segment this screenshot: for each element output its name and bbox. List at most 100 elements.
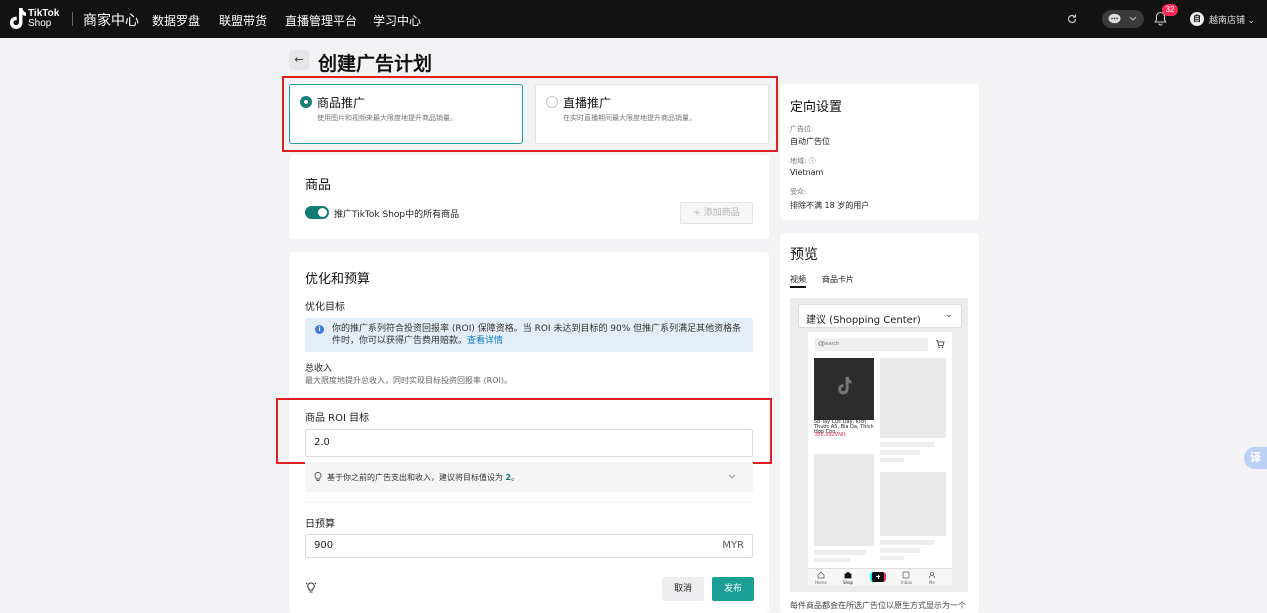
- publish-button[interactable]: 发布: [712, 577, 754, 601]
- revenue-desc: 最大限度地提升总收入，同时实现目标投资回报率 (ROI)。: [305, 376, 512, 385]
- bottom-nav-label: Home: [815, 580, 827, 585]
- option-live-promo[interactable]: 直播推广 在实时直播期间最大限度地提升商品销量。: [535, 84, 769, 144]
- toggle-label: 推广TikTok Shop中的所有商品: [334, 210, 460, 220]
- daily-budget-input[interactable]: 900 MYR: [305, 534, 753, 558]
- placeholder-tile: [880, 358, 946, 438]
- profile-icon: [928, 571, 936, 579]
- tiktok-logo-icon: [838, 376, 852, 395]
- chat-pill[interactable]: [1102, 10, 1144, 28]
- bottom-nav-label: Shop: [843, 580, 854, 585]
- bottom-nav-label: Inbox: [901, 580, 912, 585]
- notification-badge: 32: [1162, 4, 1178, 16]
- revenue-title: 总收入: [305, 364, 333, 374]
- tiktok-shop-logo[interactable]: TikTok Shop: [8, 6, 64, 32]
- product-price: 350,392VND: [814, 432, 846, 438]
- radio-selected-icon[interactable]: [300, 96, 312, 108]
- back-button[interactable]: ←: [289, 50, 309, 70]
- help-icon[interactable]: ⓘ: [809, 157, 816, 165]
- currency-label: MYR: [722, 540, 744, 551]
- products-title: 商品: [305, 178, 332, 193]
- arrow-left-icon: ←: [294, 53, 304, 66]
- avatar[interactable]: 自: [1190, 12, 1204, 26]
- preview-footnote: 每件商品都会在所选广告位以原生方式显示为一个: [790, 601, 966, 610]
- placeholder-line: [880, 556, 904, 560]
- placement-select[interactable]: 建议 (Shopping Center) ⌄: [798, 304, 962, 328]
- preview-phone: 建议 (Shopping Center) ⌄ Search Sổ Tay Cực…: [790, 298, 968, 592]
- option-desc: 在实时直播期间最大限度地提升商品销量。: [563, 114, 696, 122]
- targeting-title: 定向设置: [790, 100, 843, 115]
- placeholder-tile: [880, 472, 946, 536]
- top-bar: TikTok Shop 商家中心 数据罗盘 联盟带货 直播管理平台 学习中心 3…: [0, 0, 1267, 38]
- option-title: 商品推广: [317, 96, 366, 110]
- placement-key: 广告位:: [790, 125, 814, 133]
- home-icon: [817, 571, 825, 579]
- translate-button[interactable]: 译: [1244, 447, 1267, 469]
- placeholder-line: [880, 548, 920, 553]
- region-key: 地域: ⓘ: [790, 157, 816, 165]
- preview-title: 预览: [790, 247, 818, 263]
- placeholder-tile: [814, 454, 874, 546]
- divider: [305, 502, 753, 503]
- placeholder-line: [814, 558, 850, 562]
- lightbulb-icon: [314, 472, 322, 481]
- chevron-down-icon: [1129, 16, 1137, 21]
- add-product-button[interactable]: + 添加商品: [680, 202, 753, 224]
- audience-key: 受众:: [790, 188, 807, 196]
- optimize-title: 优化和预算: [305, 272, 371, 287]
- placement-select-value: 建议 (Shopping Center): [806, 315, 921, 326]
- product-image: [814, 358, 874, 420]
- placeholder-line: [880, 442, 934, 447]
- divider: [72, 12, 73, 26]
- info-icon: i: [315, 325, 324, 334]
- shop-bag-icon: [844, 572, 852, 579]
- create-plus-icon: [870, 572, 886, 582]
- inbox-icon: [902, 571, 910, 579]
- nav-live-platform[interactable]: 直播管理平台: [285, 12, 357, 29]
- cart-icon: [936, 340, 945, 349]
- option-desc: 使用图片和视频来最大限度地提升商品销量。: [317, 114, 457, 122]
- roi-target-input[interactable]: 2.0: [305, 429, 753, 457]
- goal-label: 优化目标: [305, 302, 345, 313]
- page-title: 创建广告计划: [318, 54, 433, 75]
- tab-video[interactable]: 视频: [790, 274, 806, 285]
- tiktok-logo-icon: [10, 8, 26, 29]
- view-details-link[interactable]: 查看详情: [467, 336, 503, 346]
- option-product-promo[interactable]: 商品推广 使用图片和视频来最大限度地提升商品销量。: [289, 84, 523, 144]
- shop-switcher[interactable]: 越南店铺 ⌄: [1209, 13, 1255, 26]
- tab-product-card[interactable]: 商品卡片: [822, 274, 854, 285]
- placeholder-line: [880, 540, 934, 545]
- radio-unselected-icon[interactable]: [546, 96, 558, 108]
- chevron-down-icon: ⌄: [944, 309, 953, 320]
- roi-info-banner: i 你的推广系列符合投资回报率 (ROI) 保障资格。当 ROI 未达到目标的 …: [305, 318, 753, 352]
- nav-learning-center[interactable]: 学习中心: [373, 12, 421, 29]
- chat-bubble-icon: [1108, 13, 1121, 24]
- placeholder-line: [880, 458, 904, 462]
- nav-affiliate[interactable]: 联盟带货: [219, 12, 267, 29]
- phone-screen: Search Sổ Tay Cực Dày, Kích Thước A5, Bì…: [808, 332, 952, 586]
- all-products-toggle[interactable]: [305, 206, 329, 219]
- placeholder-line: [880, 450, 920, 455]
- search-placeholder: Search: [822, 341, 840, 347]
- refresh-icon[interactable]: [1066, 13, 1078, 25]
- products-card: [289, 155, 769, 239]
- bottom-nav-label: Me: [929, 580, 935, 585]
- mock-bottom-nav: Home Shop Inbox Me: [808, 568, 952, 586]
- roi-label: 商品 ROI 目标: [305, 413, 370, 424]
- info-text: 你的推广系列符合投资回报率 (ROI) 保障资格。当 ROI 未达到目标的 90…: [332, 324, 742, 346]
- roi-suggestion: 基于你之前的广告支出和收入，建议将目标值设为 2。: [305, 462, 753, 492]
- lightbulb-icon[interactable]: [305, 581, 317, 594]
- placeholder-line: [814, 550, 866, 555]
- cancel-button[interactable]: 取消: [662, 577, 704, 601]
- placement-value: 自动广告位: [790, 137, 830, 146]
- nav-compass[interactable]: 数据罗盘: [152, 12, 200, 29]
- chevron-down-icon[interactable]: [728, 474, 736, 480]
- active-tab-indicator: [790, 286, 806, 288]
- daily-budget-label: 日预算: [305, 519, 335, 530]
- shop-name: 越南店铺: [1209, 15, 1246, 25]
- suggestion-text: 基于你之前的广告支出和收入，建议将目标值设为 2。: [327, 473, 520, 482]
- region-value: Vietnam: [790, 168, 824, 177]
- chevron-down-icon: ⌄: [1247, 15, 1256, 25]
- audience-value: 排除不满 18 岁的用户: [790, 201, 870, 210]
- brand-title[interactable]: 商家中心: [83, 10, 139, 30]
- budget-value: 900: [314, 540, 334, 551]
